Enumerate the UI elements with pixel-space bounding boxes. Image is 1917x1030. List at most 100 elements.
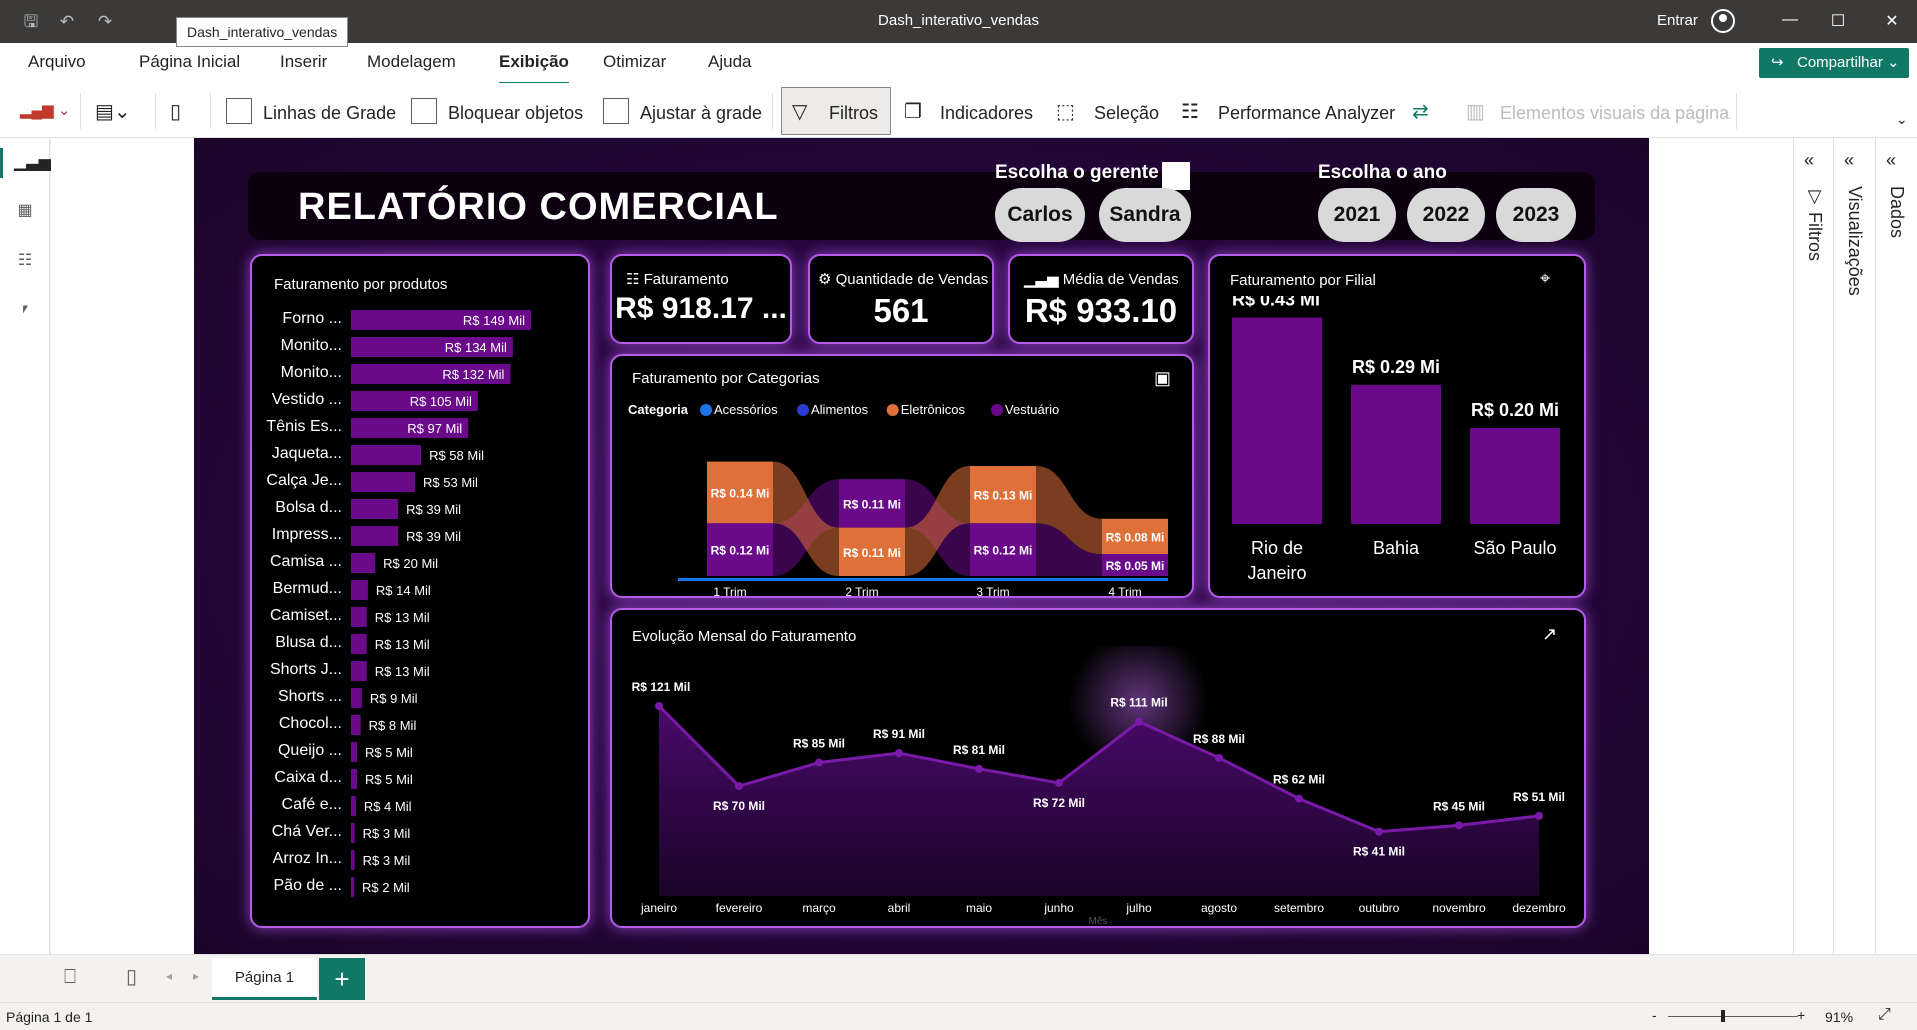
product-value-label: R$ 2 Mil [362, 880, 410, 895]
gridlines-checkbox[interactable] [226, 98, 252, 124]
data-pane[interactable]: « Dados [1875, 138, 1915, 954]
zoom-slider[interactable] [1668, 1016, 1798, 1017]
year-2023-button[interactable]: 2023 [1496, 188, 1576, 242]
products-chart-title: Faturamento por produtos [274, 276, 448, 293]
filters-label[interactable]: Filtros [829, 103, 878, 124]
products-bar-chart: Forno ... R$ 149 Mil Monito... R$ 134 Mil Mo… [266, 310, 531, 897]
lock-objects-label[interactable]: Bloquear objetos [448, 103, 583, 124]
maximize-icon[interactable]: ☐ [1826, 11, 1850, 31]
legend-dot [797, 404, 809, 416]
filters-pane[interactable]: « ▽ Filtros [1793, 138, 1833, 954]
branch-category-label: Janeiro [1247, 563, 1306, 583]
product-value-label: R$ 58 Mil [429, 448, 484, 463]
product-label: Impress... [272, 526, 342, 543]
desktop-layout-icon[interactable]: ⎕ [64, 966, 76, 989]
filters-pane-label: ▽ Filtros [1805, 186, 1825, 262]
sync-slicers-icon[interactable]: ⇄ [1412, 99, 1429, 124]
bookmarks-button[interactable]: Indicadores [940, 103, 1033, 124]
visualizations-pane[interactable]: « Visualizações [1833, 138, 1873, 954]
ribbon-collapse-icon[interactable]: ⌄ [1896, 111, 1908, 128]
kpi-media-card: ▁▃▅ Média de Vendas R$ 933.10 [1008, 254, 1194, 344]
fit-page-icon[interactable]: ⤢ [1878, 1006, 1891, 1024]
product-label: Tênis Es... [266, 418, 342, 435]
expand-data-icon[interactable]: « [1886, 150, 1896, 171]
minimize-icon[interactable]: — [1778, 11, 1802, 29]
categories-chart-panel[interactable]: Faturamento por Categorias ▣ Categoria Ac… [610, 354, 1194, 598]
legend-dot [886, 404, 899, 416]
menu-modelagem[interactable]: Modelagem [367, 52, 456, 72]
manager-carlos-button[interactable]: Carlos [995, 188, 1085, 242]
map-pin-icon[interactable]: ⌖ [1540, 268, 1550, 289]
vestuario-data-label: R$ 0.11 Mi [843, 497, 901, 511]
snap-grid-checkbox[interactable] [603, 98, 629, 124]
product-value-label: R$ 13 Mil [375, 610, 430, 625]
user-icon[interactable] [1711, 9, 1735, 33]
mobile-page-icon[interactable]: ▯ [126, 964, 137, 989]
table-view-icon[interactable]: ▦ [14, 200, 36, 222]
expand-visualizations-icon[interactable]: « [1844, 150, 1854, 171]
month-tick-label: novembro [1432, 901, 1486, 915]
product-label: Camisa ... [270, 553, 342, 570]
zoom-in-icon[interactable]: + [1797, 1007, 1805, 1023]
close-icon[interactable]: ✕ [1880, 11, 1904, 31]
report-title: RELATÓRIO COMERCIAL [298, 186, 779, 228]
year-2021-button[interactable]: 2021 [1318, 188, 1396, 242]
monthly-chart-panel[interactable]: Evolução Mensal do Faturamento ↗ R$ 121 … [610, 608, 1586, 928]
products-chart-panel[interactable]: Faturamento por produtos Forno ... R$ 149… [250, 254, 590, 928]
next-page-icon[interactable]: ▸ [193, 969, 199, 983]
product-label: Blusa d... [275, 634, 342, 651]
manager-sandra-button[interactable]: Sandra [1099, 188, 1191, 242]
product-bar [351, 742, 358, 762]
status-bar: Página 1 de 1 - + 91% ⤢ [0, 1002, 1917, 1030]
trend-icon[interactable]: ↗ [1542, 624, 1557, 645]
page-view-icon[interactable]: ▤⌄ [95, 99, 131, 124]
focus-mode-icon[interactable]: ▣ [1154, 368, 1171, 389]
model-view-icon[interactable]: ☷ [14, 250, 36, 272]
revenue-point [1375, 827, 1383, 836]
month-tick-label: outubro [1359, 901, 1400, 915]
branch-chart-panel[interactable]: Faturamento por Filial ⌖ R$ 0.43 Mi Rio d… [1208, 254, 1586, 598]
performance-analyzer-button[interactable]: Performance Analyzer [1218, 103, 1395, 124]
menu-arquivo[interactable]: Arquivo [28, 52, 86, 72]
product-label: Monito... [281, 337, 342, 354]
snap-grid-label[interactable]: Ajustar à grade [640, 103, 762, 124]
add-page-button[interactable]: + [319, 958, 365, 1000]
quarter-tick-label: 4 Trim [1108, 585, 1141, 596]
slicer-clear-box[interactable] [1162, 162, 1190, 190]
share-button[interactable]: ↪ Compartilhar ⌄ [1759, 48, 1909, 78]
month-tick-label: junho [1043, 901, 1074, 915]
expand-filters-icon[interactable]: « [1804, 150, 1814, 171]
mobile-layout-icon[interactable]: ▯ [170, 99, 181, 124]
lock-objects-checkbox[interactable] [411, 98, 437, 124]
prev-page-icon[interactable]: ◂ [166, 969, 172, 983]
product-bar [351, 796, 356, 816]
branch-bar [1470, 428, 1560, 524]
revenue-data-label: R$ 121 Mil [632, 680, 691, 694]
gridlines-label[interactable]: Linhas de Grade [263, 103, 396, 124]
product-bar [351, 607, 367, 627]
zoom-slider-thumb[interactable] [1721, 1010, 1725, 1022]
menu-ajuda[interactable]: Ajuda [708, 52, 751, 72]
page-tab-1[interactable]: Página 1 [212, 958, 317, 1000]
vestuario-data-label: R$ 0.05 Mi [1106, 559, 1165, 573]
year-2022-button[interactable]: 2022 [1407, 188, 1485, 242]
product-label: Chá Ver... [272, 823, 342, 840]
branch-category-label: São Paulo [1473, 538, 1556, 558]
product-label: Vestido ... [272, 391, 342, 408]
month-tick-label: dezembro [1512, 901, 1566, 915]
menu-pagina-inicial[interactable]: Página Inicial [139, 52, 240, 72]
selection-button[interactable]: Seleção [1094, 103, 1159, 124]
dax-query-icon[interactable]: ⎖ [14, 300, 36, 322]
revenue-point [1295, 794, 1303, 803]
menu-otimizar[interactable]: Otimizar [603, 52, 666, 72]
product-label: Pão de ... [274, 877, 343, 894]
menu-exibicao[interactable]: Exibição [499, 52, 569, 85]
product-label: Caixa d... [274, 769, 342, 786]
quarter-tick-label: 1 Trim [713, 585, 746, 596]
signin-link[interactable]: Entrar [1657, 12, 1698, 29]
zoom-out-icon[interactable]: - [1652, 1007, 1657, 1023]
report-view-icon[interactable]: ▁▃▅ [0, 148, 51, 178]
theme-icon[interactable]: ▂▄▆ ⌄ [20, 101, 70, 119]
menu-inserir[interactable]: Inserir [280, 52, 327, 72]
product-value-label: R$ 53 Mil [423, 475, 478, 490]
